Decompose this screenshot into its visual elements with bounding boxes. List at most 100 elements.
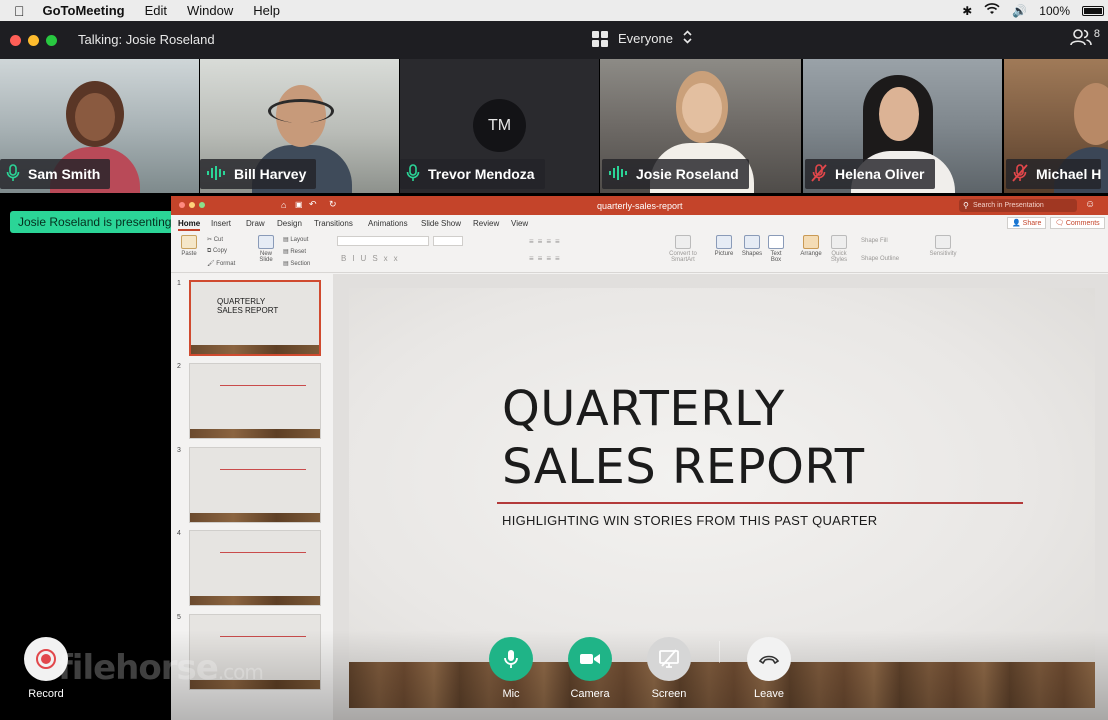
section-button[interactable]: ▤ Section bbox=[283, 260, 310, 267]
new-slide-button[interactable]: New Slide bbox=[253, 235, 279, 263]
participant-name: Bill Harvey bbox=[234, 166, 307, 182]
layout-button[interactable]: ▤ Layout bbox=[283, 236, 308, 243]
battery-icon[interactable] bbox=[1082, 5, 1104, 16]
menu-bar:  GoToMeeting Edit Window Help ✱ 🔊 100% bbox=[0, 0, 1108, 21]
tab-review[interactable]: Review bbox=[473, 219, 499, 228]
controls-divider bbox=[719, 641, 720, 663]
slide-title[interactable]: QUARTERLY SALES REPORT bbox=[502, 380, 865, 496]
quick-styles-button[interactable]: Quick Styles bbox=[827, 235, 851, 263]
shape-outline-button[interactable]: Shape Outline bbox=[861, 256, 899, 262]
leave-button[interactable]: Leave bbox=[747, 637, 791, 700]
smiley-feedback-icon[interactable]: ☺ bbox=[1085, 199, 1095, 210]
font-family-select[interactable] bbox=[337, 236, 429, 246]
video-tile[interactable]: Bill Harvey bbox=[200, 59, 399, 193]
save-icon[interactable]: ▣ bbox=[295, 200, 303, 209]
paragraph-buttons[interactable]: ≡≡≡≡ bbox=[529, 237, 564, 246]
minimize-window-button[interactable] bbox=[189, 202, 195, 208]
tab-animations[interactable]: Animations bbox=[368, 219, 408, 228]
quick-styles-icon bbox=[831, 235, 847, 249]
avatar: TM bbox=[473, 99, 526, 152]
font-size-select[interactable] bbox=[433, 236, 463, 246]
convert-smartart-button[interactable]: Convert to SmartArt bbox=[663, 235, 703, 263]
share-button[interactable]: 👤 Share bbox=[1007, 217, 1047, 229]
nameplate: Michael H bbox=[1006, 159, 1102, 189]
slide-thumbnail[interactable] bbox=[189, 447, 321, 523]
apple-icon[interactable]:  bbox=[14, 3, 25, 19]
camera-label: Camera bbox=[570, 688, 610, 700]
shapes-icon bbox=[744, 235, 760, 249]
search-input[interactable]: ⚲ Search in Presentation bbox=[959, 199, 1077, 212]
leave-label: Leave bbox=[754, 688, 784, 700]
close-window-button[interactable] bbox=[10, 35, 21, 46]
menu-app-name[interactable]: GoToMeeting bbox=[43, 3, 125, 18]
arrange-icon bbox=[803, 235, 819, 249]
font-format-buttons[interactable]: BIUSxx bbox=[341, 254, 404, 263]
paste-button[interactable]: Paste bbox=[177, 235, 201, 257]
home-icon[interactable]: ⌂ bbox=[281, 200, 286, 210]
undo-icon[interactable]: ↶ bbox=[309, 199, 317, 210]
screen-share-button[interactable]: Screen bbox=[647, 637, 691, 700]
comments-button[interactable]: 🗨 Comments bbox=[1050, 217, 1105, 229]
clipboard-icon bbox=[181, 235, 197, 249]
menu-help[interactable]: Help bbox=[253, 3, 280, 18]
arrange-button[interactable]: Arrange bbox=[797, 235, 825, 257]
video-tile[interactable]: Sam Smith bbox=[0, 59, 199, 193]
tab-insert[interactable]: Insert bbox=[211, 219, 231, 228]
align-buttons[interactable]: ≡≡≡≡ bbox=[529, 254, 564, 263]
bluetooth-icon[interactable]: ✱ bbox=[962, 4, 972, 18]
slide-thumbnail[interactable]: QUARTERLY SALES REPORT bbox=[189, 280, 321, 356]
participant-name: Helena Oliver bbox=[835, 166, 925, 182]
speaking-icon bbox=[608, 165, 628, 184]
copy-button[interactable]: ⧉ Copy bbox=[207, 248, 227, 255]
slide-thumbnail[interactable] bbox=[189, 363, 321, 439]
video-tile[interactable]: TM Trevor Mendoza bbox=[400, 59, 599, 193]
shape-fill-button[interactable]: Shape Fill bbox=[861, 238, 888, 244]
sensitivity-icon bbox=[935, 235, 951, 249]
menu-window[interactable]: Window bbox=[187, 3, 233, 18]
tab-draw[interactable]: Draw bbox=[246, 219, 265, 228]
new-slide-icon bbox=[258, 235, 274, 249]
muted-microphone-icon bbox=[1012, 163, 1028, 185]
talking-indicator: Talking: Josie Roseland bbox=[78, 32, 215, 47]
microphone-icon bbox=[406, 163, 420, 185]
wifi-icon[interactable] bbox=[984, 3, 1000, 18]
zoom-window-button[interactable] bbox=[199, 202, 205, 208]
record-label: Record bbox=[28, 688, 64, 700]
tab-view[interactable]: View bbox=[511, 219, 528, 228]
format-painter-button[interactable]: 🖌 Format bbox=[207, 260, 235, 267]
minimize-window-button[interactable] bbox=[28, 35, 39, 46]
tab-design[interactable]: Design bbox=[277, 219, 302, 228]
tab-slide-show[interactable]: Slide Show bbox=[421, 219, 461, 228]
participant-name: Trevor Mendoza bbox=[428, 166, 535, 182]
participants-button[interactable]: 8 bbox=[1070, 28, 1100, 49]
menu-edit[interactable]: Edit bbox=[145, 3, 167, 18]
cut-button[interactable]: ✂ Cut bbox=[207, 236, 223, 243]
reset-button[interactable]: ▤ Reset bbox=[283, 248, 306, 255]
video-tile[interactable]: Josie Roseland bbox=[600, 59, 801, 193]
close-window-button[interactable] bbox=[179, 202, 185, 208]
view-selector[interactable]: Everyone bbox=[592, 30, 692, 47]
picture-button[interactable]: Picture bbox=[711, 235, 737, 257]
slide-subtitle[interactable]: HIGHLIGHTING WIN STORIES FROM THIS PAST … bbox=[502, 513, 878, 528]
redo-icon[interactable]: ↻ bbox=[329, 199, 337, 210]
tab-home[interactable]: Home bbox=[178, 219, 201, 231]
nameplate: Sam Smith bbox=[0, 159, 111, 189]
view-label: Everyone bbox=[618, 31, 673, 46]
mic-button[interactable]: Mic bbox=[489, 637, 533, 700]
camera-button[interactable]: Camera bbox=[568, 637, 612, 700]
text-box-button[interactable]: Text Box bbox=[765, 235, 787, 263]
slide-divider bbox=[497, 502, 1023, 504]
search-icon: ⚲ bbox=[963, 201, 969, 210]
grid-view-icon bbox=[592, 30, 608, 47]
participant-name: Josie Roseland bbox=[636, 166, 739, 182]
slide-thumbnail[interactable] bbox=[189, 530, 321, 606]
volume-icon[interactable]: 🔊 bbox=[1012, 4, 1027, 18]
video-tile[interactable]: Michael H bbox=[1004, 59, 1108, 193]
shapes-button[interactable]: Shapes bbox=[739, 235, 765, 257]
video-tile[interactable]: Helena Oliver bbox=[803, 59, 1002, 193]
presenting-badge: Josie Roseland is presenting bbox=[10, 211, 180, 233]
sensitivity-button[interactable]: Sensitivity bbox=[927, 235, 959, 257]
screen-label: Screen bbox=[651, 688, 687, 700]
tab-transitions[interactable]: Transitions bbox=[314, 219, 353, 228]
zoom-window-button[interactable] bbox=[46, 35, 57, 46]
